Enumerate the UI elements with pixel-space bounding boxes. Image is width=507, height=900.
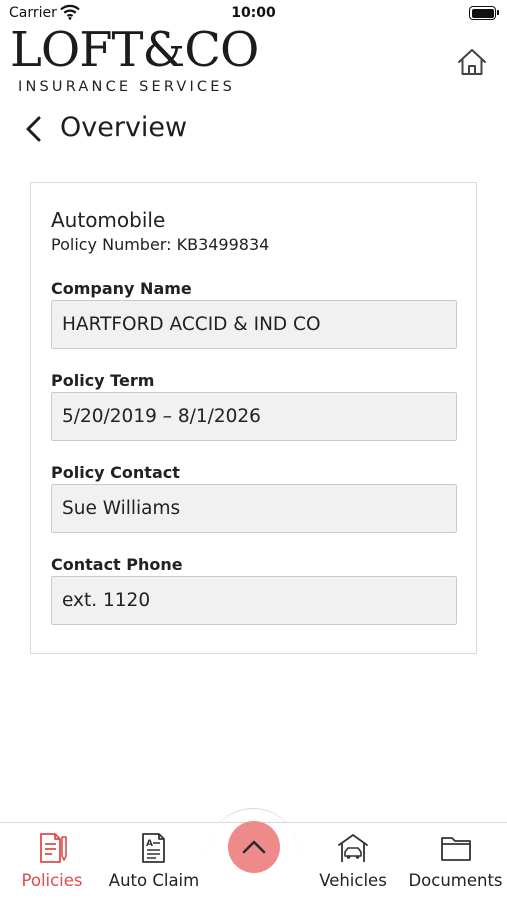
tab-vehicles[interactable]: Vehicles xyxy=(308,823,398,900)
tab-policies-label: Policies xyxy=(21,871,83,890)
logo-wordmark: LOFT&CO xyxy=(10,22,259,78)
policy-term-label: Policy Term xyxy=(51,371,155,390)
contact-phone-label: Contact Phone xyxy=(51,555,183,574)
back-button[interactable]: Overview xyxy=(20,110,220,148)
clock: 10:00 xyxy=(231,5,276,21)
tab-documents[interactable]: Documents xyxy=(406,823,505,900)
battery-icon xyxy=(469,6,499,20)
contact-phone-field: ext. 1120 xyxy=(51,576,457,625)
policy-contact-field: Sue Williams xyxy=(51,484,457,533)
policy-number-value: KB3499834 xyxy=(176,235,270,254)
vehicle-garage-icon xyxy=(338,834,368,862)
svg-text:A: A xyxy=(146,839,153,849)
auto-claim-form-icon: A xyxy=(142,833,165,863)
policy-card: Automobile Policy Number: KB3499834 Comp… xyxy=(30,182,477,654)
policy-contact-label: Policy Contact xyxy=(51,463,180,482)
tab-auto-claim[interactable]: A Auto Claim xyxy=(104,823,204,900)
page-title: Overview xyxy=(60,112,188,143)
company-name-field: HARTFORD ACCID & IND CO xyxy=(51,300,457,349)
policy-number: Policy Number: KB3499834 xyxy=(51,235,269,254)
policies-document-icon xyxy=(40,833,67,863)
center-action-button[interactable] xyxy=(228,821,280,873)
home-icon[interactable] xyxy=(455,45,489,79)
policy-number-label: Policy Number: xyxy=(51,235,172,254)
policy-type: Automobile xyxy=(51,208,166,232)
tab-documents-label: Documents xyxy=(408,871,503,890)
company-name-label: Company Name xyxy=(51,279,192,298)
tab-vehicles-label: Vehicles xyxy=(319,871,387,890)
logo-tagline: INSURANCE SERVICES xyxy=(18,79,236,95)
chevron-left-icon xyxy=(26,116,41,142)
tab-policies[interactable]: Policies xyxy=(8,823,96,900)
chevron-up-icon xyxy=(242,840,266,854)
policy-term-field: 5/20/2019 – 8/1/2026 xyxy=(51,392,457,441)
tab-auto-claim-label: Auto Claim xyxy=(108,871,200,890)
folder-icon xyxy=(440,837,471,861)
